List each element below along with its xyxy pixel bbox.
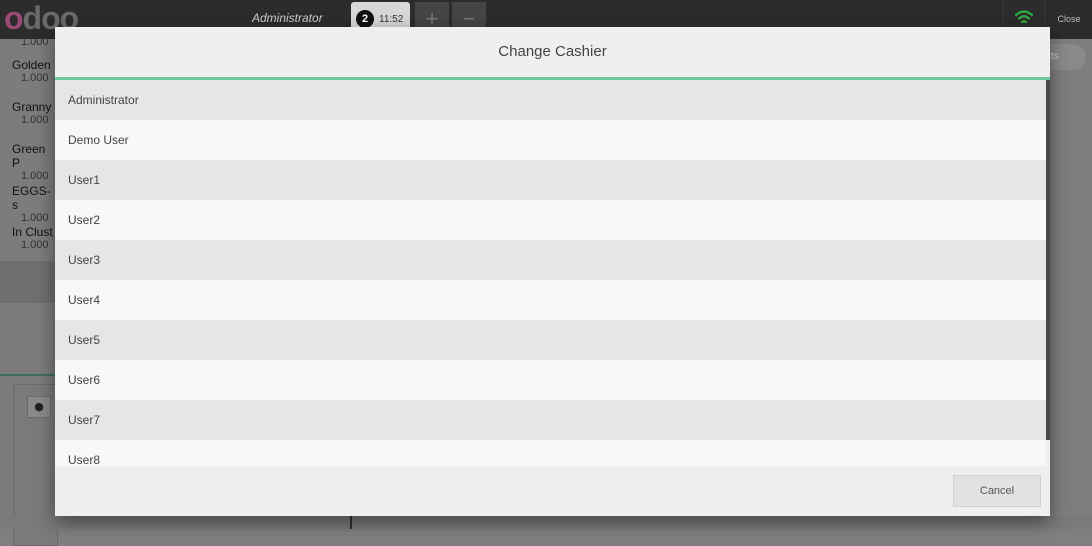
- cashier-list[interactable]: Administrator Demo User User1 User2 User…: [55, 80, 1050, 466]
- cashier-item[interactable]: User2: [55, 200, 1046, 240]
- order-line[interactable]: Granny 1.000: [12, 100, 51, 126]
- close-button[interactable]: Close: [1044, 0, 1092, 39]
- cashier-item[interactable]: User3: [55, 240, 1046, 280]
- modal-footer: Cancel: [55, 466, 1050, 516]
- modal-header: Change Cashier: [55, 27, 1050, 80]
- cashier-item[interactable]: User7: [55, 400, 1046, 440]
- cashier-name[interactable]: Administrator: [252, 11, 323, 25]
- numpad-strip: [0, 515, 1092, 529]
- cashier-item[interactable]: User5: [55, 320, 1046, 360]
- change-cashier-modal: Change Cashier Administrator Demo User U…: [55, 27, 1050, 516]
- order-number-badge: 2: [356, 10, 374, 28]
- order-time: 11:52: [379, 14, 404, 25]
- order-line[interactable]: EGGS-s 1.000: [12, 184, 56, 224]
- cashier-item[interactable]: User1: [55, 160, 1046, 200]
- user-icon[interactable]: ●: [27, 396, 51, 418]
- bottom-divider: [350, 515, 352, 529]
- order-line[interactable]: Green P 1.000: [12, 142, 56, 182]
- order-panel: 1.000 Golden 1.000 Granny 1.000 Green P …: [0, 36, 58, 546]
- product-panel: [1050, 39, 1092, 529]
- list-scrollbar[interactable]: [1046, 80, 1050, 466]
- cashier-item[interactable]: User8: [55, 440, 1046, 466]
- order-line[interactable]: In Clust 1.000: [12, 225, 53, 251]
- scrollbar-thumb[interactable]: [1046, 80, 1050, 440]
- modal-title: Change Cashier: [498, 43, 607, 60]
- selected-order-line-bg: [0, 261, 56, 303]
- panel-divider: [0, 374, 56, 376]
- order-line[interactable]: Golden 1.000: [12, 58, 51, 84]
- cancel-button[interactable]: Cancel: [953, 475, 1041, 507]
- cashier-item[interactable]: User4: [55, 280, 1046, 320]
- cashier-item[interactable]: Administrator: [55, 80, 1046, 120]
- cashier-item[interactable]: User6: [55, 360, 1046, 400]
- cashier-item[interactable]: Demo User: [55, 120, 1046, 160]
- order-line-partial: 1.000: [21, 36, 49, 48]
